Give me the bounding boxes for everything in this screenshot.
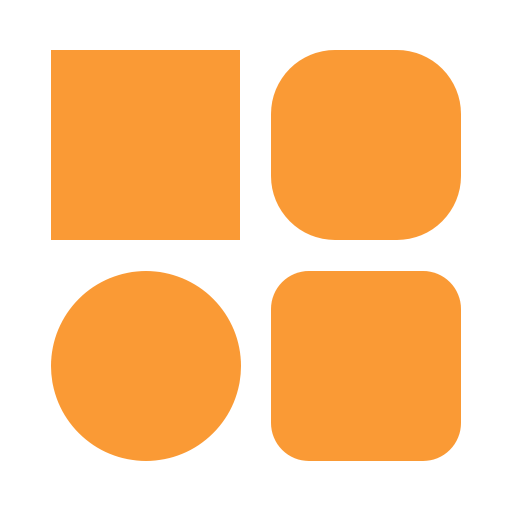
icon-canvas [0, 0, 512, 512]
square-shape-icon [51, 50, 240, 240]
rounded-square-shape-icon [271, 271, 461, 461]
shape-grid-icon [51, 50, 461, 461]
circle-shape-icon [51, 271, 241, 461]
squircle-shape-icon [271, 50, 461, 240]
